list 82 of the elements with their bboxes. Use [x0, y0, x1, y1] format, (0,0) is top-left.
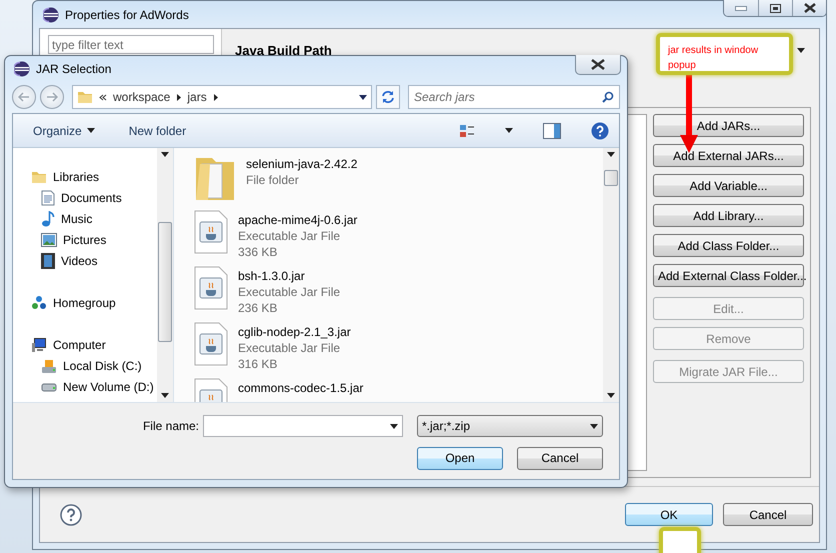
nav-item[interactable]: Homegroup [31, 292, 157, 313]
nav-item[interactable]: Libraries [31, 166, 157, 187]
new-folder-button[interactable]: New folder [126, 122, 188, 140]
scrollbar-thumb[interactable] [604, 170, 618, 186]
preview-pane-icon[interactable] [543, 122, 561, 138]
breadcrumb-item[interactable]: jars [187, 90, 218, 104]
open-button[interactable]: Open [417, 446, 503, 470]
help-icon[interactable] [591, 122, 609, 140]
picture-icon [41, 232, 57, 246]
dropdown-arrow-icon [505, 128, 513, 133]
caret-icon [214, 94, 218, 100]
jar-file-icon [194, 210, 228, 254]
help-icon[interactable] [60, 504, 82, 526]
left-arrow-icon [18, 92, 30, 102]
file-item[interactable]: cglib-nodep-2.1_3.jar Executable Jar File 316 KB [194, 322, 603, 378]
search-field[interactable]: Search jars [408, 85, 620, 109]
search-icon[interactable] [602, 91, 614, 103]
close-icon [804, 3, 816, 13]
hard-drive-icon [41, 382, 57, 392]
nav-item[interactable]: Videos [41, 250, 157, 271]
minimize-icon [735, 6, 747, 10]
address-bar[interactable]: workspace jars [72, 85, 372, 109]
close-icon [591, 59, 605, 70]
dropdown-arrow-icon [607, 393, 615, 398]
menu-arrow-icon [797, 48, 805, 52]
music-note-icon [41, 210, 55, 226]
nav-item[interactable]: Local Disk (C:) [41, 355, 157, 376]
dialog-title: JAR Selection [36, 62, 112, 76]
dropdown-arrow-icon [359, 94, 367, 100]
document-icon [41, 190, 55, 206]
file-item[interactable]: selenium-java-2.42.2 File folder [194, 154, 603, 210]
refresh-button[interactable] [376, 85, 400, 109]
maximize-icon [770, 4, 781, 12]
filter-field[interactable]: type filter text [48, 35, 214, 54]
dropdown-arrow-icon [590, 424, 598, 428]
nav-item[interactable]: Pictures [41, 229, 157, 250]
file-type-dropdown[interactable]: *.jar;*.zip [417, 415, 603, 437]
nav-item[interactable]: Computer [31, 334, 157, 355]
dropdown-arrow-icon [390, 424, 398, 428]
file-item[interactable]: apache-mime4j-0.6.jar Executable Jar File 336 KB [194, 210, 603, 266]
scrollbar-thumb[interactable] [158, 222, 172, 342]
callout-note: jar results in window popup [656, 33, 793, 75]
page-heading: Java Build Path [235, 42, 332, 58]
scrollbar[interactable] [157, 148, 173, 402]
organize-menu[interactable]: Organize [31, 122, 97, 140]
jar-file-icon [194, 322, 228, 366]
scrollbar[interactable] [603, 148, 619, 402]
view-options-icon[interactable] [459, 122, 475, 138]
action-button[interactable]: Add Class Folder... [653, 234, 804, 257]
action-button[interactable]: Add Variable... [653, 174, 804, 197]
close-button[interactable] [792, 0, 826, 16]
action-button[interactable]: Add JARs... [653, 114, 804, 137]
nav-item[interactable]: New Volume (D:) [41, 376, 157, 397]
refresh-icon [381, 90, 395, 104]
file-name-field[interactable] [203, 415, 403, 437]
right-arrow-icon [46, 92, 58, 102]
network-icon [31, 294, 47, 310]
caret-icon [177, 94, 182, 100]
close-button[interactable] [575, 55, 621, 75]
file-name-label: File name: [142, 419, 199, 433]
ok-button[interactable]: OK [625, 503, 713, 526]
action-button[interactable]: Add Library... [653, 204, 804, 227]
nav-item[interactable]: Music [41, 208, 157, 229]
file-item[interactable]: bsh-1.3.0.jar Executable Jar File 236 KB [194, 266, 603, 322]
hard-drive-icon [41, 358, 57, 374]
maximize-button[interactable] [758, 0, 792, 16]
film-icon [41, 252, 55, 268]
chevron-icon [99, 94, 107, 100]
cancel-button[interactable]: Cancel [723, 503, 813, 526]
breadcrumb-item[interactable]: workspace [113, 90, 182, 104]
jar-file-icon [194, 266, 228, 310]
action-button[interactable]: Add External JARs... [653, 144, 804, 167]
nav-item[interactable]: Documents [41, 187, 157, 208]
computer-icon [31, 336, 47, 352]
eclipse-icon [14, 60, 30, 76]
folder-icon [77, 89, 93, 105]
eclipse-icon [43, 6, 59, 22]
dropdown-arrow-icon [86, 128, 95, 133]
action-button[interactable]: Add External Class Folder... [653, 264, 804, 287]
window-title: Properties for AdWords [65, 8, 189, 22]
dropdown-arrow-icon [161, 393, 169, 398]
cancel-button[interactable]: Cancel [517, 446, 603, 470]
